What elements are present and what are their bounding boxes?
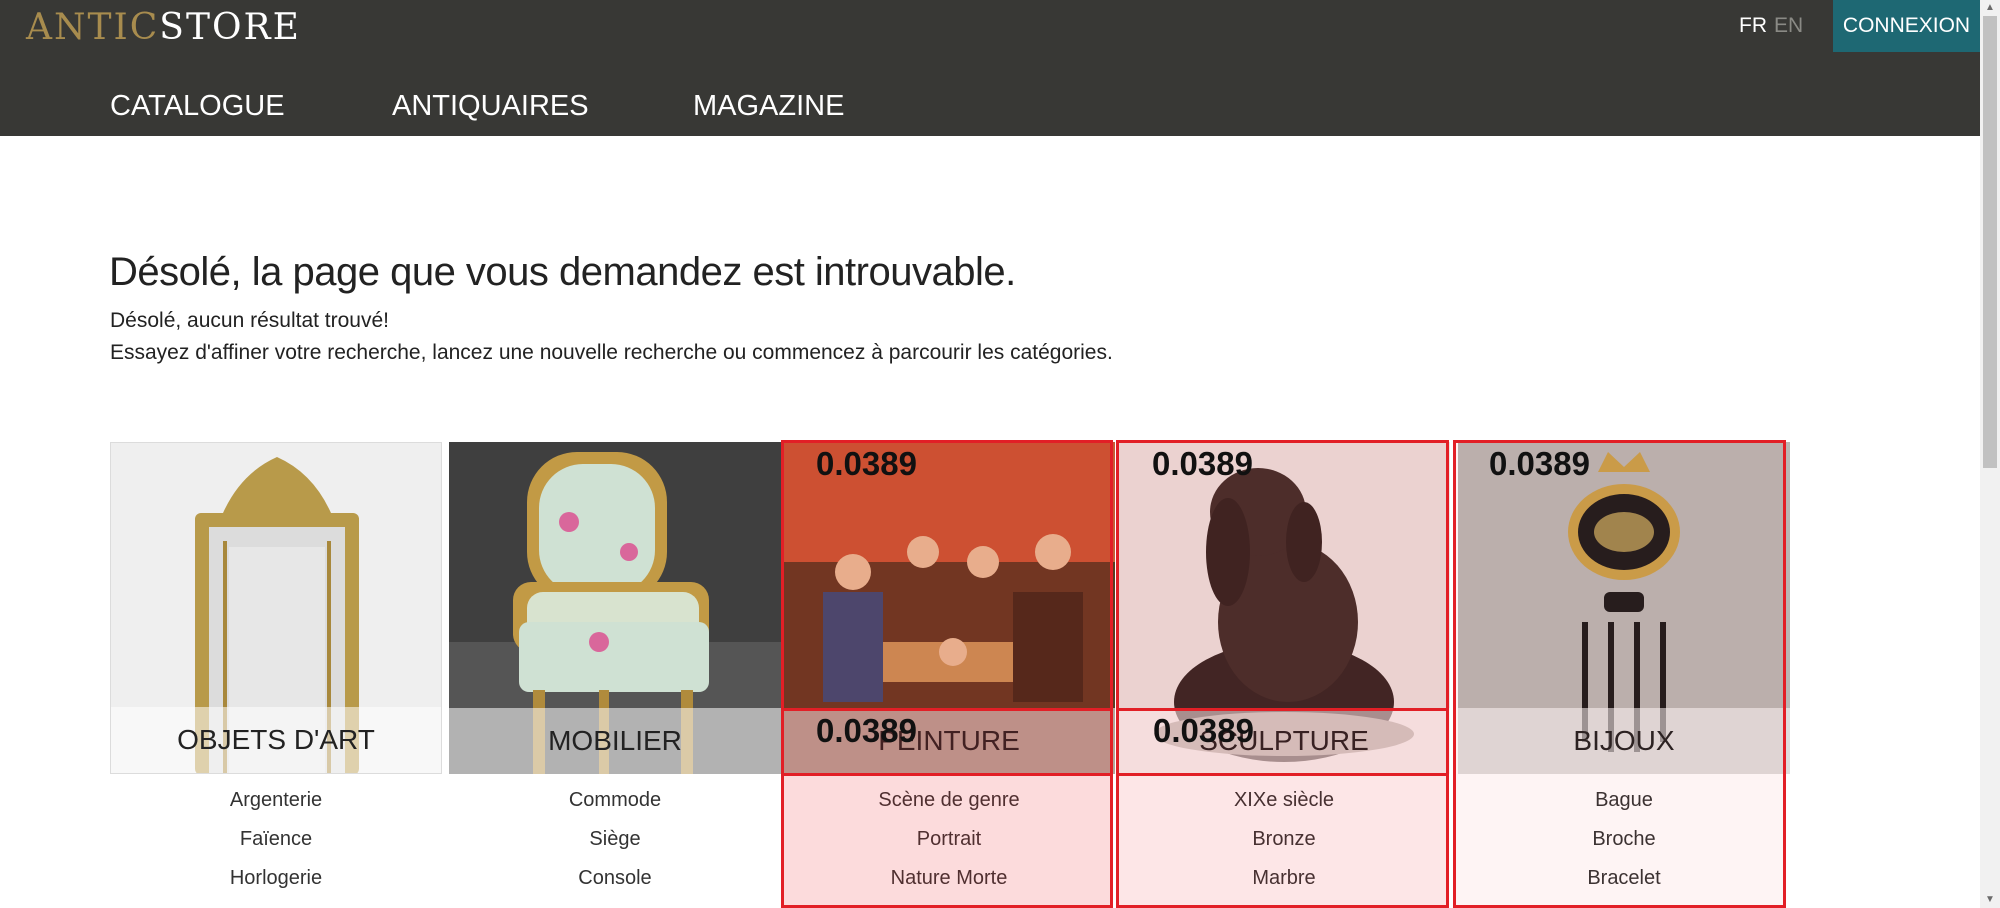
overlay-score: 0.0389 <box>1152 445 1253 482</box>
category-label: MOBILIER <box>449 708 781 774</box>
scroll-up-arrow-icon[interactable]: ▲ <box>1980 0 2000 16</box>
logo-antic: ANTIC <box>26 7 160 48</box>
no-result-text: Désolé, aucun résultat trouvé! <box>110 309 389 332</box>
overlay-score: 0.0389 <box>1489 445 1590 482</box>
subcategory-list: Argenterie Faïence Horlogerie <box>110 786 442 903</box>
overlay-score: 0.0389 <box>816 445 917 482</box>
nav-catalogue[interactable]: CATALOGUE <box>110 90 285 122</box>
subcategory-link[interactable]: Faïence <box>110 825 442 864</box>
overlay-box <box>1116 440 1449 908</box>
site-logo[interactable]: ANTICSTORE <box>26 8 301 48</box>
scroll-thumb[interactable] <box>1983 16 1997 468</box>
page-scrollbar[interactable]: ▲ ▼ <box>1980 0 2000 908</box>
subcategory-link[interactable]: Commode <box>449 786 781 825</box>
login-button[interactable]: CONNEXION <box>1833 0 1980 52</box>
subcategory-link[interactable]: Siège <box>449 825 781 864</box>
page-title: Désolé, la page que vous demandez est in… <box>109 250 1016 294</box>
overlay-score: 0.0389 <box>1153 712 1254 749</box>
nav-magazine[interactable]: MAGAZINE <box>693 90 844 122</box>
overlay-score: 0.0389 <box>816 712 917 749</box>
overlay-box <box>781 440 1113 908</box>
search-hint-text: Essayez d'affiner votre recherche, lance… <box>110 341 1113 364</box>
subcategory-link[interactable]: Argenterie <box>110 786 442 825</box>
category-card-objets-art[interactable]: OBJETS D'ART <box>110 442 442 774</box>
scroll-down-arrow-icon[interactable]: ▼ <box>1980 892 2000 908</box>
site-header: ANTICSTORE FR EN CONNEXION CATALOGUE ANT… <box>0 0 1980 136</box>
category-label: OBJETS D'ART <box>111 707 441 773</box>
lang-en-link[interactable]: EN <box>1774 14 1803 38</box>
subcategory-link[interactable]: Console <box>449 864 781 903</box>
subcategory-list: Commode Siège Console <box>449 786 781 903</box>
overlay-box <box>1453 440 1786 908</box>
category-card-mobilier[interactable]: MOBILIER <box>449 442 781 774</box>
lang-fr-link[interactable]: FR <box>1739 14 1767 38</box>
subcategory-link[interactable]: Horlogerie <box>110 864 442 903</box>
logo-store: STORE <box>159 7 301 48</box>
nav-antiquaires[interactable]: ANTIQUAIRES <box>392 90 589 122</box>
